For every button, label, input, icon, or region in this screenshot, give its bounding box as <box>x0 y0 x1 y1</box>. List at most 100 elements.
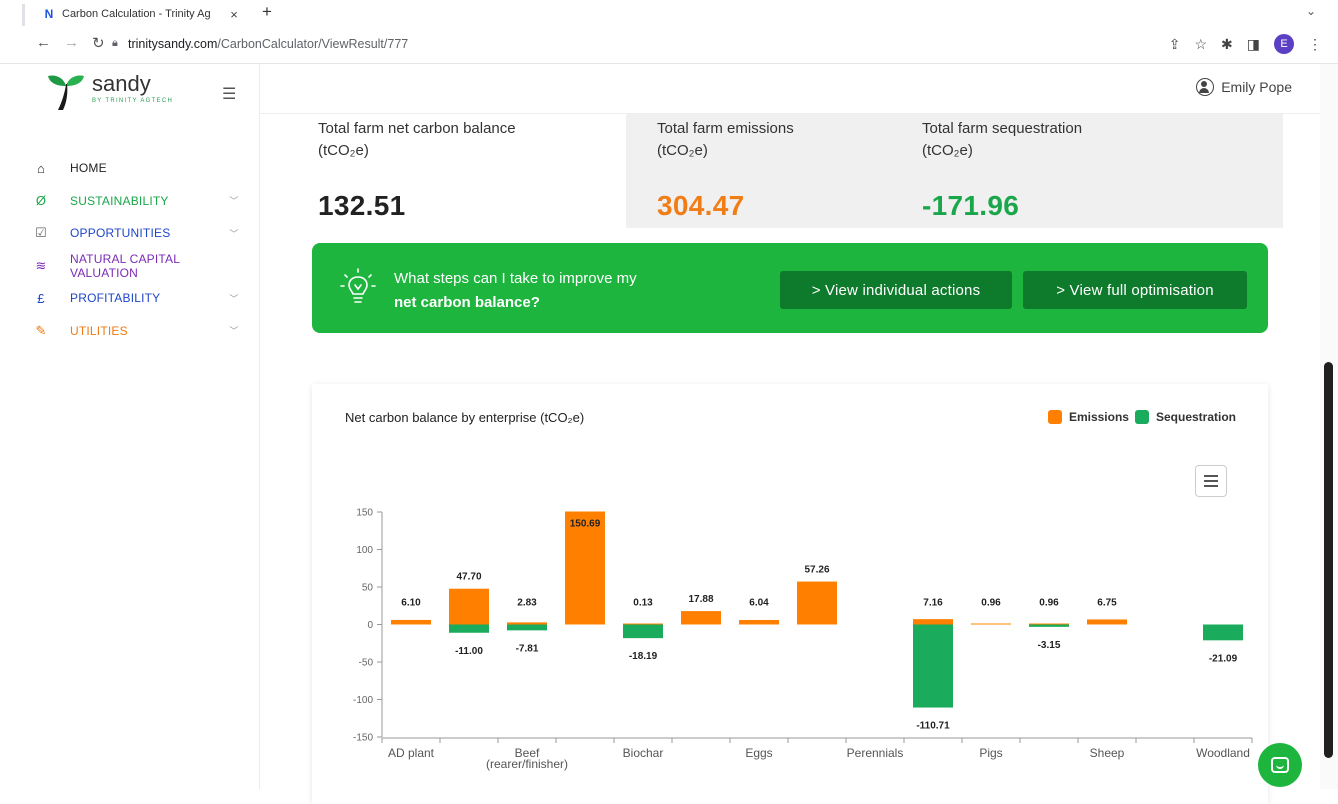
stat-value: 132.51 <box>318 190 406 221</box>
clipboard-icon: ☑ <box>35 225 47 241</box>
page-scrollbar[interactable] <box>1320 64 1338 789</box>
sequestration-bar <box>507 624 547 631</box>
y-tick-label: 100 <box>356 545 373 556</box>
notion-favicon-icon: N <box>44 7 54 21</box>
sidebar-item-label: HOME <box>70 161 107 176</box>
banner-question: What steps can I take to improve my net … <box>394 267 637 315</box>
sidebar-item-profitability[interactable]: £ PROFITABILITY ﹀ <box>32 282 257 315</box>
emissions-bar <box>681 611 721 625</box>
sidebar-item-label: UTILITIES <box>70 323 128 338</box>
profile-avatar[interactable]: E <box>1274 34 1294 54</box>
sequestration-bar <box>623 624 663 639</box>
chat-launcher-button[interactable] <box>1258 743 1302 787</box>
chevron-down-icon[interactable]: ﹀ <box>227 324 241 337</box>
legend-item-emissions[interactable]: Emissions <box>1047 410 1129 424</box>
user-menu[interactable]: Emily Pope <box>1196 78 1292 96</box>
chat-bubble-icon <box>1271 757 1289 773</box>
browser-menu-icon[interactable]: ⋮ <box>1308 36 1322 53</box>
share-icon[interactable]: ⇪ <box>1169 36 1181 53</box>
y-tick-label: -150 <box>353 733 373 744</box>
x-category-label: Woodland <box>1196 746 1250 760</box>
legend-label: Sequestration <box>1155 410 1236 424</box>
view-individual-actions-button[interactable]: > View individual actions <box>780 271 1012 309</box>
chart-legend: Emissions Sequestration <box>1044 410 1236 424</box>
emissions-bar <box>391 619 431 625</box>
sidebar-menu-toggle-icon[interactable]: ☰ <box>222 84 236 104</box>
reload-icon[interactable]: ↻ <box>92 34 105 52</box>
emissions-data-label: 0.96 <box>981 598 1001 609</box>
url-field[interactable]: trinitysandy.com/CarbonCalculator/ViewRe… <box>128 37 408 51</box>
sidebar: sandy BY TRINITY AGTECH ☰ ⌂ HOME Ø SUSTA… <box>0 64 260 789</box>
new-tab-button[interactable]: + <box>262 2 272 22</box>
chevron-down-icon[interactable]: ﹀ <box>227 194 241 207</box>
extensions-puzzle-icon[interactable]: ✱ <box>1221 36 1233 53</box>
stat-label: Total farm sequestration <box>922 120 1083 137</box>
tab-strip-divider <box>22 4 25 26</box>
emissions-data-label: 6.75 <box>1097 598 1117 609</box>
back-arrow-icon[interactable]: ← <box>36 34 51 51</box>
x-category-label: AD plant <box>388 746 435 760</box>
tab-search-chevron-icon[interactable]: ⌄ <box>1306 4 1316 18</box>
logo-name: sandy <box>92 71 151 96</box>
sidebar-item-opportunities[interactable]: ☑ OPPORTUNITIES ﹀ <box>32 217 257 250</box>
emissions-data-label: 0.96 <box>1039 598 1059 609</box>
sequestration-data-label: -21.09 <box>1209 653 1238 664</box>
emissions-data-label: 57.26 <box>804 565 829 576</box>
sequestration-data-label: -11.00 <box>455 646 483 657</box>
sequestration-data-label: -110.71 <box>916 721 950 732</box>
chevron-down-icon[interactable]: ﹀ <box>227 227 241 240</box>
view-full-optimisation-button[interactable]: > View full optimisation <box>1023 271 1247 309</box>
sidebar-item-label: NATURAL CAPITAL VALUATION <box>70 251 180 280</box>
emissions-data-label: 0.13 <box>633 598 653 609</box>
tab-close-icon[interactable]: × <box>226 7 242 22</box>
emissions-data-label: 6.10 <box>401 598 421 609</box>
emissions-data-label: 47.70 <box>456 572 481 583</box>
logo-tagline: BY TRINITY AGTECH <box>92 98 174 104</box>
legend-swatch-emissions <box>1047 410 1062 424</box>
user-name: Emily Pope <box>1221 79 1292 95</box>
side-panel-icon[interactable]: ◨ <box>1247 36 1260 53</box>
sandy-leaf-logo-icon <box>48 75 84 110</box>
x-category-label: Biochar <box>623 746 664 760</box>
stat-value: 304.47 <box>657 190 745 221</box>
leaf-icon: Ø <box>35 193 47 209</box>
lock-icon[interactable]: 🔒︎ <box>112 37 118 50</box>
forward-arrow-icon[interactable]: → <box>64 34 79 51</box>
chart-menu-icon[interactable] <box>1195 465 1227 497</box>
chevron-down-icon[interactable]: ﹀ <box>227 292 241 305</box>
enterprise-bar-chart: 150 100 50 0 -50 -100 -150 6.10 47.70 -11.00 2.83 -… <box>353 508 1253 771</box>
stat-net-balance: Total farm net carbon balance (tCO₂e) 13… <box>318 118 516 222</box>
y-tick-label: 0 <box>367 620 373 631</box>
sidebar-item-utilities[interactable]: ✎ UTILITIES ﹀ <box>32 315 257 348</box>
sandy-logo[interactable]: sandy BY TRINITY AGTECH <box>46 72 173 112</box>
sequestration-data-label: -18.19 <box>629 651 658 662</box>
browser-tab[interactable]: N Carbon Calculation - Trinity Ag × <box>32 2 246 26</box>
landscape-icon: ≋ <box>35 257 47 273</box>
home-icon: ⌂ <box>36 160 46 176</box>
x-category-label: Eggs <box>745 746 772 760</box>
sidebar-item-home[interactable]: ⌂ HOME <box>32 152 257 185</box>
sidebar-item-natural-capital-valuation[interactable]: ≋ NATURAL CAPITAL VALUATION <box>32 250 257 283</box>
sidebar-item-sustainability[interactable]: Ø SUSTAINABILITY ﹀ <box>32 185 257 218</box>
stat-label: Total farm emissions <box>657 120 794 137</box>
emissions-data-label: 2.83 <box>517 598 537 609</box>
user-avatar-icon <box>1196 78 1215 96</box>
emissions-bar <box>739 619 779 625</box>
emissions-bar <box>913 619 953 625</box>
emissions-bar <box>623 623 663 625</box>
emissions-data-label: 6.04 <box>749 598 769 609</box>
sequestration-bar <box>913 624 953 708</box>
stat-unit: (tCO₂e) <box>318 142 369 159</box>
sequestration-data-label: -7.81 <box>516 643 539 654</box>
sequestration-bar <box>1203 624 1243 641</box>
wrench-icon: ✎ <box>35 322 47 338</box>
app: sandy BY TRINITY AGTECH ☰ ⌂ HOME Ø SUSTA… <box>0 64 1338 804</box>
lightbulb-icon <box>340 268 376 303</box>
legend-item-sequestration[interactable]: Sequestration <box>1134 410 1236 424</box>
bookmark-star-icon[interactable]: ☆ <box>1194 36 1207 53</box>
y-tick-label: -50 <box>359 658 374 669</box>
y-tick-label: 150 <box>356 508 373 519</box>
x-category-label: Perennials <box>847 746 904 760</box>
emissions-bar <box>797 581 837 625</box>
scrollbar-thumb[interactable] <box>1324 362 1333 758</box>
